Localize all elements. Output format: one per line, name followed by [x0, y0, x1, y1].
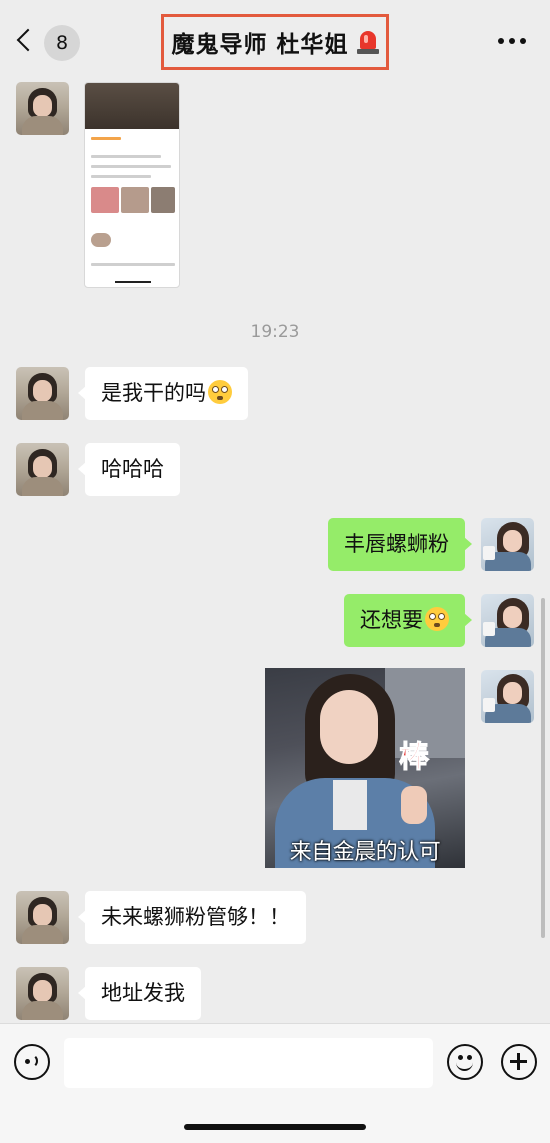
- chat-title-text: 魔鬼导师 杜华姐: [171, 32, 349, 58]
- unread-count-badge: 8: [44, 25, 80, 61]
- back-button[interactable]: 8: [14, 24, 80, 62]
- scrollbar[interactable]: [541, 598, 545, 938]
- message-list[interactable]: 19:23 是我干的吗 哈哈哈 丰唇螺蛳粉 还想要 棒 来自金晨的认可 未来螺狮…: [0, 78, 550, 1023]
- sent-message[interactable]: 丰唇螺蛳粉: [328, 518, 472, 571]
- sticker-caption: 来自金晨的认可: [289, 840, 441, 865]
- sent-message[interactable]: 还想要: [344, 594, 472, 647]
- message-text: 地址发我: [101, 981, 185, 1005]
- flushed-face-emoji-icon: [425, 607, 449, 631]
- chevron-left-icon: [16, 28, 40, 52]
- received-message[interactable]: 未来螺狮粉管够！！: [78, 891, 306, 944]
- message-text: 还想要: [360, 608, 423, 632]
- contact-avatar[interactable]: [16, 443, 69, 496]
- police-siren-icon: [356, 29, 379, 55]
- sticker-image-message[interactable]: 棒 来自金晨的认可: [265, 668, 465, 868]
- received-message[interactable]: 地址发我: [78, 967, 201, 1020]
- contact-avatar[interactable]: [16, 891, 69, 944]
- my-avatar[interactable]: [481, 594, 534, 647]
- home-indicator: [184, 1124, 366, 1130]
- contact-avatar[interactable]: [16, 367, 69, 420]
- received-message[interactable]: 哈哈哈: [78, 443, 180, 496]
- received-message[interactable]: 是我干的吗: [78, 367, 248, 420]
- sticker-badge: 棒: [399, 740, 430, 776]
- emoji-icon[interactable]: [447, 1044, 483, 1080]
- my-avatar[interactable]: [481, 518, 534, 571]
- message-text: 哈哈哈: [101, 457, 164, 481]
- screenshot-image-message[interactable]: [84, 82, 180, 288]
- more-dots-icon[interactable]: [498, 34, 528, 48]
- my-avatar[interactable]: [481, 670, 534, 723]
- message-input[interactable]: [64, 1038, 433, 1088]
- voice-icon[interactable]: [14, 1044, 50, 1080]
- message-text: 未来螺狮粉管够！！: [101, 905, 290, 929]
- flushed-face-emoji-icon: [208, 380, 232, 404]
- plus-icon[interactable]: [501, 1044, 537, 1080]
- chat-title[interactable]: 魔鬼导师 杜华姐: [161, 14, 389, 70]
- input-bar: [0, 1023, 550, 1143]
- contact-avatar[interactable]: [16, 967, 69, 1020]
- message-text: 是我干的吗: [101, 381, 206, 405]
- chat-header: 8 魔鬼导师 杜华姐: [0, 0, 550, 78]
- contact-avatar[interactable]: [16, 82, 69, 135]
- message-timestamp: 19:23: [250, 322, 300, 342]
- message-text: 丰唇螺蛳粉: [344, 532, 449, 556]
